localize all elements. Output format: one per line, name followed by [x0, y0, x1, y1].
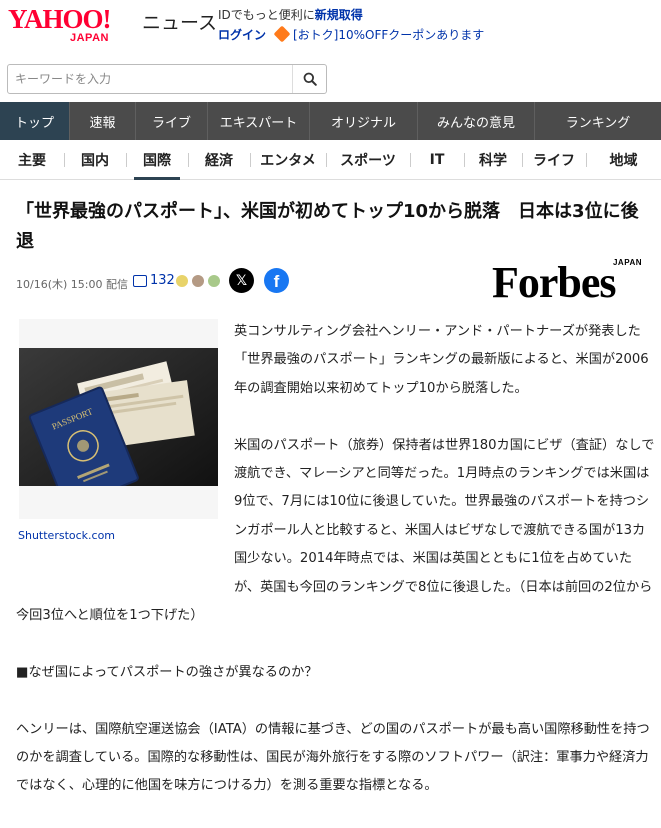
- category-international[interactable]: 国際: [126, 140, 188, 180]
- source-logo[interactable]: JAPAN Forbes: [492, 258, 648, 307]
- comment-count: 132: [150, 273, 175, 288]
- category-entertainment[interactable]: エンタメ: [250, 140, 326, 179]
- coupon-text: [おトク]10%OFFクーポンあります: [293, 28, 485, 42]
- share-facebook-button[interactable]: f: [264, 268, 289, 293]
- site-header: YAHOO! JAPAN ニュース IDでもっと便利に新規取得 ログイン [おト…: [0, 0, 661, 55]
- face-reaction-icon: [207, 274, 221, 288]
- image-spacer: [16, 318, 234, 602]
- category-domestic[interactable]: 国内: [64, 140, 126, 179]
- category-main[interactable]: 主要: [0, 140, 64, 179]
- main-nav-breaking[interactable]: 速報: [70, 102, 136, 140]
- coupon-link[interactable]: [おトク]10%OFFクーポンあります: [273, 25, 485, 43]
- category-it[interactable]: IT: [410, 140, 464, 179]
- main-nav-expert[interactable]: エキスパート: [208, 102, 310, 140]
- category-science[interactable]: 科学: [464, 140, 522, 179]
- reaction-icons[interactable]: [175, 274, 223, 288]
- share-x-button[interactable]: 𝕏: [229, 268, 254, 293]
- coupon-tag-icon: [273, 25, 291, 43]
- id-promo: IDでもっと便利に新規取得: [218, 6, 363, 23]
- signup-link[interactable]: 新規取得: [315, 8, 363, 22]
- article-date: 10/16(木) 15:00 配信: [16, 278, 128, 291]
- category-life[interactable]: ライフ: [522, 140, 586, 179]
- article-title: 「世界最強のパスポート」、米国が初めてトップ10から脱落 日本は3位に後退: [16, 201, 639, 252]
- logo-wordmark: YAHOO!: [8, 4, 112, 34]
- search-icon: [303, 72, 317, 86]
- facebook-logo-icon: f: [273, 272, 280, 291]
- main-nav: トップ 速報 ライブ エキスパート オリジナル みんなの意見 ランキング: [0, 102, 661, 140]
- comments-link[interactable]: 132: [133, 273, 175, 288]
- x-logo-icon: 𝕏: [235, 272, 248, 289]
- category-economy[interactable]: 経済: [188, 140, 250, 179]
- main-nav-opinions[interactable]: みんなの意見: [418, 102, 535, 140]
- category-sports[interactable]: スポーツ: [326, 140, 410, 179]
- search-button[interactable]: [292, 65, 326, 93]
- main-nav-live[interactable]: ライブ: [136, 102, 208, 140]
- login-link[interactable]: ログイン: [218, 26, 266, 43]
- main-nav-top[interactable]: トップ: [0, 102, 70, 140]
- smile-reaction-icon: [175, 274, 189, 288]
- yahoo-japan-logo[interactable]: YAHOO! JAPAN: [8, 4, 138, 48]
- article-paragraph: ヘンリーは、国際航空運送協会（IATA）の情報に基づき、どの国のパスポートが最も…: [16, 721, 650, 794]
- main-nav-ranking[interactable]: ランキング: [535, 102, 661, 140]
- category-local[interactable]: 地域: [586, 140, 661, 179]
- section-heading: ■なぜ国によってパスポートの強さが異なるのか？: [16, 664, 318, 680]
- main-nav-original[interactable]: オリジナル: [310, 102, 418, 140]
- source-logo-sub: JAPAN: [612, 258, 642, 267]
- comment-icon: [133, 274, 147, 287]
- face-reaction-icon: [191, 274, 205, 288]
- source-logo-wordmark: Forbes: [492, 258, 617, 307]
- search-input[interactable]: [8, 65, 294, 93]
- search-box: [7, 64, 327, 94]
- site-name[interactable]: ニュース: [142, 8, 217, 35]
- category-nav: 主要 国内 国際 経済 エンタメ スポーツ IT 科学 ライフ 地域: [0, 140, 661, 180]
- id-promo-text: IDでもっと便利に: [218, 8, 315, 22]
- logo-japan-label: JAPAN: [70, 32, 109, 44]
- article-body: 英コンサルティング会社ヘンリー・アンド・パートナーズが発表した「世界最強のパスポ…: [16, 318, 656, 828]
